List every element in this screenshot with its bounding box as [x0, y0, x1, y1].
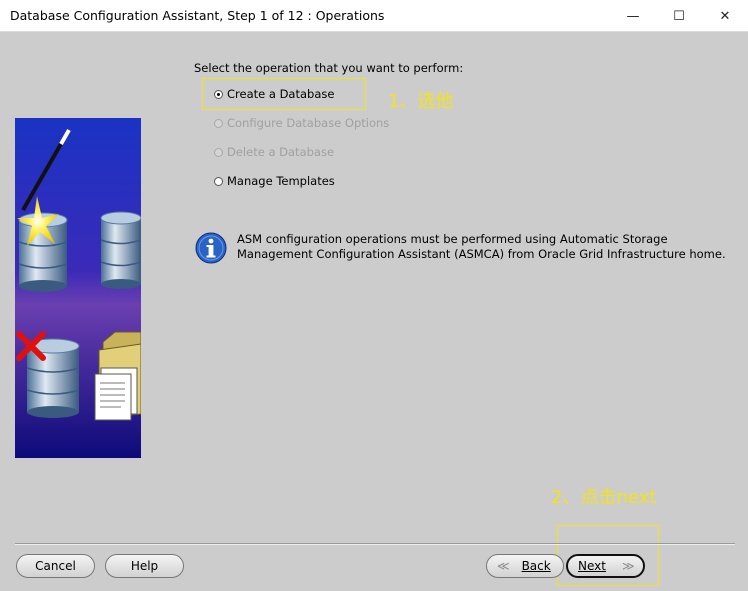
radio-configure-database — [214, 118, 223, 128]
option-configure-database: Configure Database Options — [214, 115, 389, 131]
radio-manage-templates[interactable] — [214, 176, 223, 186]
asm-info-message: ASM configuration operations must be per… — [237, 232, 726, 261]
maximize-button[interactable]: ☐ — [656, 0, 702, 32]
close-button[interactable]: ✕ — [702, 0, 748, 32]
wizard-illustration — [15, 118, 141, 458]
dialog-body: Select the operation that you want to pe… — [0, 32, 748, 591]
next-button-label: Next — [578, 559, 606, 573]
help-button-label: Help — [130, 559, 159, 573]
annotation-highlight-create — [202, 78, 366, 110]
button-separator — [15, 543, 735, 545]
window-title: Database Configuration Assistant, Step 1… — [10, 8, 385, 23]
option-delete-database-label: Delete a Database — [227, 145, 335, 159]
radio-delete-database — [214, 147, 223, 157]
help-button[interactable]: Help — [105, 554, 184, 578]
info-icon — [195, 232, 227, 264]
annotation-step2: 2、点击next — [551, 487, 657, 508]
option-configure-database-label: Configure Database Options — [227, 116, 390, 130]
close-icon: ✕ — [719, 8, 731, 24]
minimize-button[interactable]: — — [610, 0, 656, 32]
cancel-button-label: Cancel — [35, 559, 76, 573]
next-button[interactable]: Next ≫ — [566, 554, 645, 578]
wizard-illustration-art — [15, 118, 141, 458]
back-button[interactable]: ≪ Back — [486, 554, 564, 578]
option-manage-templates[interactable]: Manage Templates — [214, 173, 335, 189]
option-delete-database: Delete a Database — [214, 144, 334, 160]
chevron-left-icon: ≪ — [497, 559, 510, 573]
chevron-right-icon: ≫ — [621, 559, 635, 573]
title-bar: Database Configuration Assistant, Step 1… — [0, 0, 748, 32]
option-manage-templates-label: Manage Templates — [227, 174, 335, 188]
cancel-button[interactable]: Cancel — [16, 554, 95, 578]
maximize-icon: ☐ — [673, 8, 685, 24]
minimize-icon: — — [626, 8, 640, 24]
back-button-label: Back — [521, 559, 551, 573]
operation-prompt: Select the operation that you want to pe… — [194, 61, 464, 75]
annotation-step1: 1、选他 — [388, 91, 454, 112]
database-configure-icon — [100, 211, 141, 289]
